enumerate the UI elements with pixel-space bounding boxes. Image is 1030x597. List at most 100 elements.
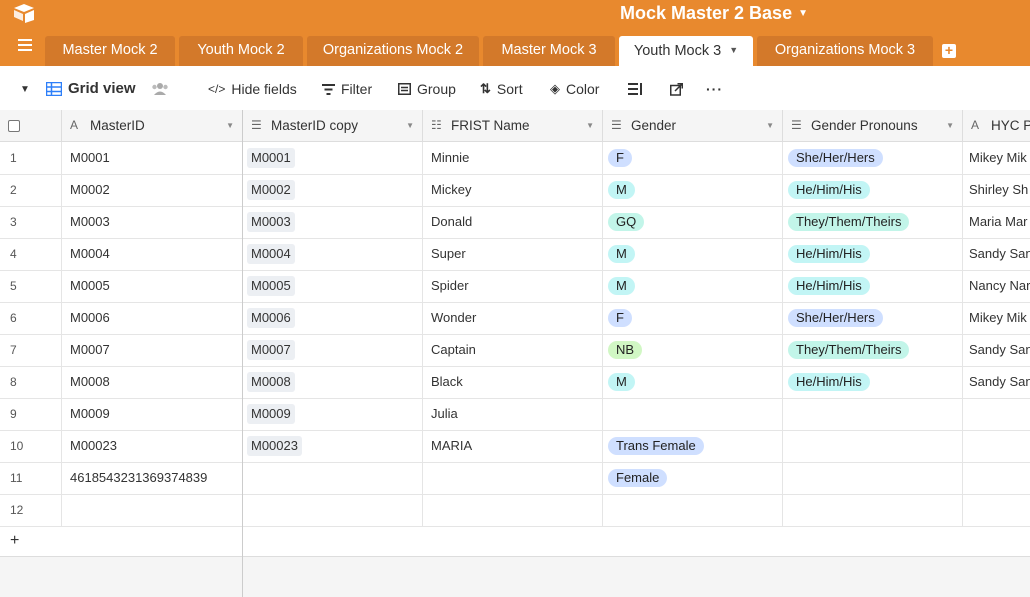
- gender-cell[interactable]: M: [603, 366, 783, 398]
- views-sidebar-toggle-icon[interactable]: ▼: [20, 81, 30, 99]
- table-row[interactable]: 11 4618543231369374839 Female: [0, 462, 1030, 495]
- gender-cell[interactable]: Female: [603, 462, 783, 494]
- row-number-cell[interactable]: 10: [0, 430, 62, 462]
- row-number-cell[interactable]: 8: [0, 366, 62, 398]
- masterid-copy-cell[interactable]: M0007: [243, 334, 423, 366]
- row-number-cell[interactable]: 6: [0, 302, 62, 334]
- row-number-cell[interactable]: 11: [0, 462, 62, 494]
- hyc-cell[interactable]: Sandy San: [963, 334, 1030, 366]
- hide-fields-button[interactable]: </> Hide fields: [208, 80, 297, 98]
- table-row[interactable]: 5 M0005 M0005 Spider M He/Him/His Nancy Nar: [0, 270, 1030, 303]
- pronouns-cell[interactable]: He/Him/His: [783, 238, 963, 270]
- pronouns-cell[interactable]: [783, 398, 963, 430]
- column-header-masterid-copy[interactable]: ☰ MasterID copy ▼: [243, 110, 423, 141]
- gender-cell[interactable]: M: [603, 238, 783, 270]
- table-row[interactable]: 2 M0002 M0002 Mickey M He/Him/His Shirley Sh: [0, 174, 1030, 207]
- masterid-copy-cell[interactable]: M0008: [243, 366, 423, 398]
- table-row[interactable]: 10 M00023 M00023 MARIA Trans Female: [0, 430, 1030, 463]
- first-name-cell[interactable]: Spider: [423, 270, 603, 302]
- chevron-down-icon[interactable]: ▼: [406, 110, 414, 141]
- row-number-cell[interactable]: 9: [0, 398, 62, 430]
- row-height-button[interactable]: [628, 80, 643, 98]
- column-header-gender[interactable]: ☰ Gender ▼: [603, 110, 783, 141]
- column-header-masterid[interactable]: A MasterID ▼: [62, 110, 243, 141]
- tab-master-mock-3[interactable]: Master Mock 3: [483, 36, 615, 66]
- table-row[interactable]: 7 M0007 M0007 Captain NB They/Them/Theirs Sand…: [0, 334, 1030, 367]
- linked-record-chip[interactable]: M0003: [247, 212, 295, 232]
- gender-cell[interactable]: F: [603, 142, 783, 174]
- hyc-cell[interactable]: Maria Mar: [963, 206, 1030, 238]
- tab-organizations-mock-3[interactable]: Organizations Mock 3: [757, 36, 933, 66]
- row-number-cell[interactable]: 1: [0, 142, 62, 174]
- linked-record-chip[interactable]: M0005: [247, 276, 295, 296]
- hyc-cell[interactable]: [963, 462, 1030, 494]
- chevron-down-icon[interactable]: ▼: [729, 45, 738, 55]
- masterid-copy-cell[interactable]: M0002: [243, 174, 423, 206]
- masterid-cell[interactable]: M0007: [62, 334, 243, 366]
- table-row[interactable]: 3 M0003 M0003 Donald GQ They/Them/Theirs Maria…: [0, 206, 1030, 239]
- sort-button[interactable]: ⇅ Sort: [480, 80, 523, 98]
- view-switcher[interactable]: Grid view: [46, 80, 136, 98]
- menu-icon[interactable]: [18, 39, 32, 53]
- masterid-copy-cell[interactable]: M0001: [243, 142, 423, 174]
- group-button[interactable]: Group: [398, 80, 456, 98]
- share-view-button[interactable]: [670, 80, 683, 98]
- gender-cell[interactable]: M: [603, 174, 783, 206]
- gender-cell[interactable]: M: [603, 270, 783, 302]
- column-header-gender-pronouns[interactable]: ☰ Gender Pronouns ▼: [783, 110, 963, 141]
- chevron-down-icon[interactable]: ▼: [946, 110, 954, 141]
- first-name-cell[interactable]: Captain: [423, 334, 603, 366]
- more-options-icon[interactable]: ···: [706, 80, 723, 98]
- first-name-cell[interactable]: Black: [423, 366, 603, 398]
- first-name-cell[interactable]: MARIA: [423, 430, 603, 462]
- linked-record-chip[interactable]: M0009: [247, 404, 295, 424]
- masterid-cell[interactable]: M0005: [62, 270, 243, 302]
- hyc-cell[interactable]: Mikey Mik: [963, 142, 1030, 174]
- linked-record-chip[interactable]: M00023: [247, 436, 302, 456]
- first-name-cell[interactable]: Donald: [423, 206, 603, 238]
- pronouns-cell[interactable]: They/Them/Theirs: [783, 334, 963, 366]
- row-number-cell[interactable]: 4: [0, 238, 62, 270]
- table-row[interactable]: 6 M0006 M0006 Wonder F She/Her/Hers Mikey Mik: [0, 302, 1030, 335]
- masterid-cell[interactable]: M0009: [62, 398, 243, 430]
- hyc-cell[interactable]: [963, 430, 1030, 462]
- masterid-cell[interactable]: M0001: [62, 142, 243, 174]
- masterid-copy-cell[interactable]: M0005: [243, 270, 423, 302]
- airtable-logo-icon[interactable]: [12, 3, 36, 23]
- pronouns-cell[interactable]: They/Them/Theirs: [783, 206, 963, 238]
- column-header-hyc[interactable]: A HYC Po: [963, 110, 1030, 141]
- linked-record-chip[interactable]: M0001: [247, 148, 295, 168]
- table-row[interactable]: 8 M0008 M0008 Black M He/Him/His Sandy San: [0, 366, 1030, 399]
- pronouns-cell[interactable]: [783, 494, 963, 526]
- masterid-cell[interactable]: M0002: [62, 174, 243, 206]
- first-name-cell[interactable]: [423, 494, 603, 526]
- masterid-copy-cell[interactable]: M0004: [243, 238, 423, 270]
- pronouns-cell[interactable]: He/Him/His: [783, 366, 963, 398]
- masterid-cell[interactable]: M0004: [62, 238, 243, 270]
- masterid-cell[interactable]: M0003: [62, 206, 243, 238]
- column-header-first-name[interactable]: ☷ FRIST Name ▼: [423, 110, 603, 141]
- pronouns-cell[interactable]: He/Him/His: [783, 174, 963, 206]
- tab-organizations-mock-2[interactable]: Organizations Mock 2: [307, 36, 479, 66]
- linked-record-chip[interactable]: M0002: [247, 180, 295, 200]
- hyc-cell[interactable]: [963, 494, 1030, 526]
- row-number-cell[interactable]: 7: [0, 334, 62, 366]
- first-name-cell[interactable]: Minnie: [423, 142, 603, 174]
- pronouns-cell[interactable]: [783, 430, 963, 462]
- linked-record-chip[interactable]: M0004: [247, 244, 295, 264]
- color-button[interactable]: ◈ Color: [550, 80, 599, 98]
- masterid-cell[interactable]: [62, 494, 243, 526]
- add-table-icon[interactable]: +: [942, 43, 956, 58]
- masterid-copy-cell[interactable]: M0003: [243, 206, 423, 238]
- first-name-cell[interactable]: Julia: [423, 398, 603, 430]
- pronouns-cell[interactable]: He/Him/His: [783, 270, 963, 302]
- first-name-cell[interactable]: [423, 462, 603, 494]
- first-name-cell[interactable]: Super: [423, 238, 603, 270]
- table-row[interactable]: 1 M0001 M0001 Minnie F She/Her/Hers Mikey Mik: [0, 142, 1030, 175]
- masterid-cell[interactable]: M0008: [62, 366, 243, 398]
- table-row[interactable]: 4 M0004 M0004 Super M He/Him/His Sandy San: [0, 238, 1030, 271]
- filter-button[interactable]: Filter: [322, 80, 372, 98]
- gender-cell[interactable]: NB: [603, 334, 783, 366]
- masterid-copy-cell[interactable]: [243, 494, 423, 526]
- chevron-down-icon[interactable]: ▼: [226, 110, 234, 141]
